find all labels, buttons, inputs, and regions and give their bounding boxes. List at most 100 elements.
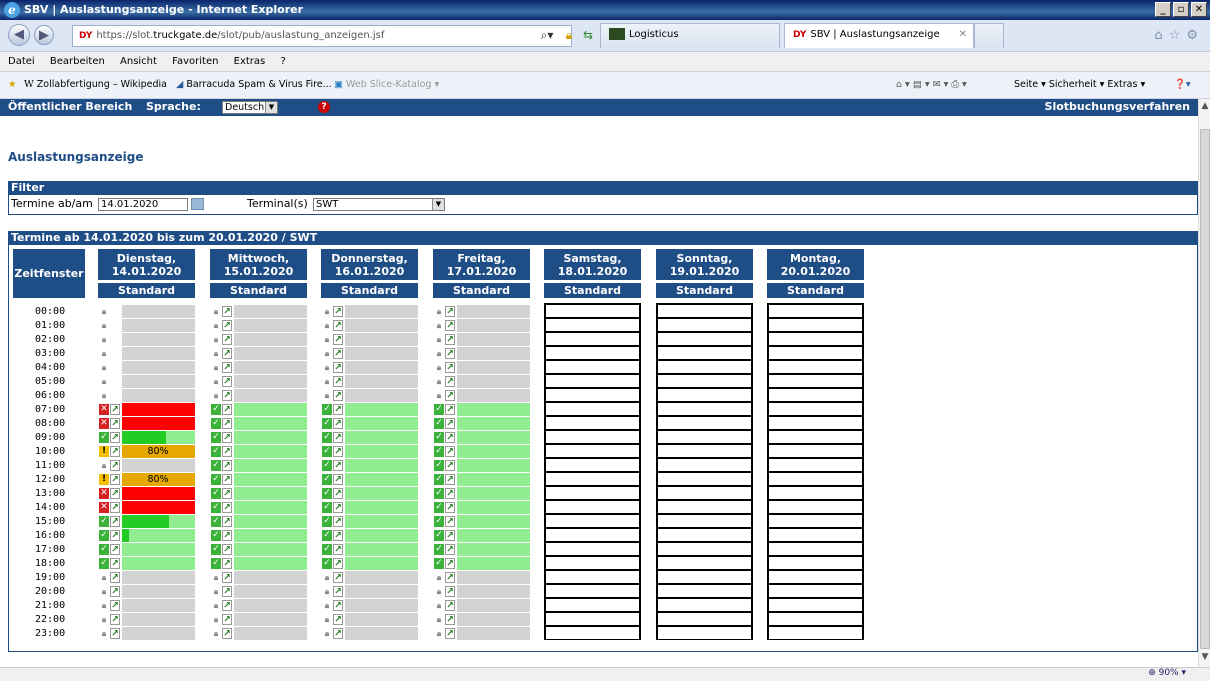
scroll-up-icon[interactable]: ▲ [1199,101,1210,113]
booking-icon[interactable]: ↗ [445,376,455,387]
time-slot[interactable]: 🔒︎ ↗ [433,375,530,388]
booking-icon[interactable]: ↗ [333,362,343,373]
command-icons[interactable]: ⌂ ▾ ▤ ▾ ✉ ▾ ⎙ ▾ [896,72,967,98]
time-slot[interactable]: 🔒︎ ↗ [98,613,195,626]
minimize-button[interactable]: _ [1155,2,1171,17]
time-slot[interactable]: 🔒︎ ↗ [210,319,307,332]
time-slot[interactable]: 🔒︎ ↗ [98,627,195,640]
booking-icon[interactable]: ↗ [333,348,343,359]
time-slot[interactable]: 🔒︎ ↗ [210,571,307,584]
time-slot[interactable]: ✓ ↗ [433,557,530,570]
time-slot[interactable]: 🔒︎ ↗ [433,585,530,598]
booking-icon[interactable]: ↗ [222,432,232,443]
time-slot[interactable]: 🔒︎ ↗ [321,613,418,626]
booking-icon[interactable]: ↗ [445,306,455,317]
booking-icon[interactable]: ↗ [110,516,120,527]
time-slot[interactable]: ✓ ↗ [321,515,418,528]
time-slot[interactable]: ✓ ↗ [210,529,307,542]
time-slot[interactable]: 🔒︎ ↗ [210,361,307,374]
time-slot[interactable]: 🔒︎ ↗ [210,389,307,402]
booking-icon[interactable]: ↗ [110,432,120,443]
time-slot[interactable]: ✓ ↗ [321,501,418,514]
time-slot[interactable]: ✓ ↗ [433,403,530,416]
booking-icon[interactable]: ↗ [222,474,232,485]
booking-icon[interactable]: ↗ [333,572,343,583]
time-slot[interactable]: 🔒︎ ↗ [321,585,418,598]
time-slot[interactable]: 🔒︎ ↗ [321,627,418,640]
menu-extras[interactable]: Extras [234,56,266,67]
scrollbar-thumb[interactable] [1200,129,1210,649]
booking-icon[interactable]: ↗ [110,544,120,555]
time-slot[interactable]: ✓ ↗ [321,473,418,486]
booking-icon[interactable]: ↗ [445,432,455,443]
help-dropdown-icon[interactable]: ❓▾ [1174,72,1191,98]
menu-bearbeiten[interactable]: Bearbeiten [50,56,105,67]
booking-icon[interactable]: ↗ [110,600,120,611]
booking-icon[interactable]: ↗ [333,530,343,541]
booking-icon[interactable]: ↗ [333,628,343,639]
booking-icon[interactable]: ↗ [445,572,455,583]
time-slot[interactable]: ✓ ↗ [321,459,418,472]
time-slot[interactable]: ✓ ↗ [210,543,307,556]
time-slot[interactable]: 🔒︎ ↗ [210,613,307,626]
time-slot[interactable]: 🔒︎ ↗ [433,305,530,318]
time-slot[interactable]: ✓ ↗ [433,487,530,500]
time-slot[interactable]: ✓ ↗ [433,543,530,556]
time-slot[interactable]: ✓ ↗ [98,543,195,556]
time-slot[interactable]: 🔒︎ ↗ [433,599,530,612]
booking-icon[interactable]: ↗ [222,460,232,471]
time-slot[interactable]: 🔒︎ ↗ [433,613,530,626]
time-slot[interactable]: ✓ ↗ [433,501,530,514]
time-slot[interactable]: 🔒︎ ↗ [321,319,418,332]
refresh-icon[interactable]: ⇆ [580,26,596,44]
time-slot[interactable]: ✓ ↗ [321,557,418,570]
booking-icon[interactable]: ↗ [333,502,343,513]
time-slot[interactable]: ✕ ↗ [98,487,195,500]
time-slot[interactable]: 🔒︎ ↗ [321,571,418,584]
time-slot[interactable]: ✓ ↗ [98,431,195,444]
time-slot[interactable]: 🔒︎ ↗ [321,361,418,374]
booking-icon[interactable]: ↗ [222,446,232,457]
booking-icon[interactable]: ↗ [333,474,343,485]
help-icon[interactable]: ? [318,101,330,113]
booking-icon[interactable]: ↗ [445,418,455,429]
booking-icon[interactable]: ↗ [110,628,120,639]
booking-icon[interactable]: ↗ [445,320,455,331]
booking-icon[interactable]: ↗ [333,586,343,597]
time-slot[interactable]: 80%! ↗ [98,445,195,458]
booking-icon[interactable]: ↗ [222,306,232,317]
favorite-wikipedia[interactable]: W Zollabfertigung – Wikipedia [24,72,167,98]
booking-icon[interactable]: ↗ [445,600,455,611]
booking-icon[interactable]: ↗ [333,404,343,415]
time-slot[interactable]: ✓ ↗ [98,557,195,570]
booking-icon[interactable]: ↗ [222,362,232,373]
booking-icon[interactable]: ↗ [222,516,232,527]
time-slot[interactable]: ✕ ↗ [98,403,195,416]
time-slot[interactable]: ✓ ↗ [321,529,418,542]
forward-button[interactable]: ▶ [34,25,54,45]
booking-icon[interactable]: ↗ [333,376,343,387]
time-slot[interactable]: 🔒︎ ↗ [98,459,195,472]
booking-icon[interactable]: ↗ [222,348,232,359]
time-slot[interactable]: 🔒︎ ↗ [321,333,418,346]
time-slot[interactable]: 🔒︎ ↗ [210,627,307,640]
booking-icon[interactable]: ↗ [110,572,120,583]
time-slot[interactable]: 🔒︎ ↗ [433,571,530,584]
time-slot[interactable]: ✓ ↗ [433,473,530,486]
calendar-icon[interactable] [191,198,204,210]
time-slot[interactable]: 🔒︎ ↗ [433,347,530,360]
booking-icon[interactable]: ↗ [222,404,232,415]
favorites-star-icon[interactable]: ☆ [1169,28,1187,43]
booking-icon[interactable]: ↗ [333,320,343,331]
favorite-barracuda[interactable]: ◢ Barracuda Spam & Virus Fire... [176,72,332,98]
time-slot[interactable]: ✓ ↗ [210,501,307,514]
booking-icon[interactable]: ↗ [445,558,455,569]
booking-icon[interactable]: ↗ [110,446,120,457]
time-slot[interactable]: 80%! ↗ [98,473,195,486]
time-slot[interactable]: ✓ ↗ [98,529,195,542]
booking-icon[interactable]: ↗ [222,544,232,555]
favorites-star-add-icon[interactable]: ★ [8,72,17,98]
time-slot[interactable]: 🔒︎ ↗ [433,319,530,332]
time-slot[interactable]: 🔒︎ ↗ [433,627,530,640]
time-slot[interactable]: 🔒︎ ↗ [98,571,195,584]
